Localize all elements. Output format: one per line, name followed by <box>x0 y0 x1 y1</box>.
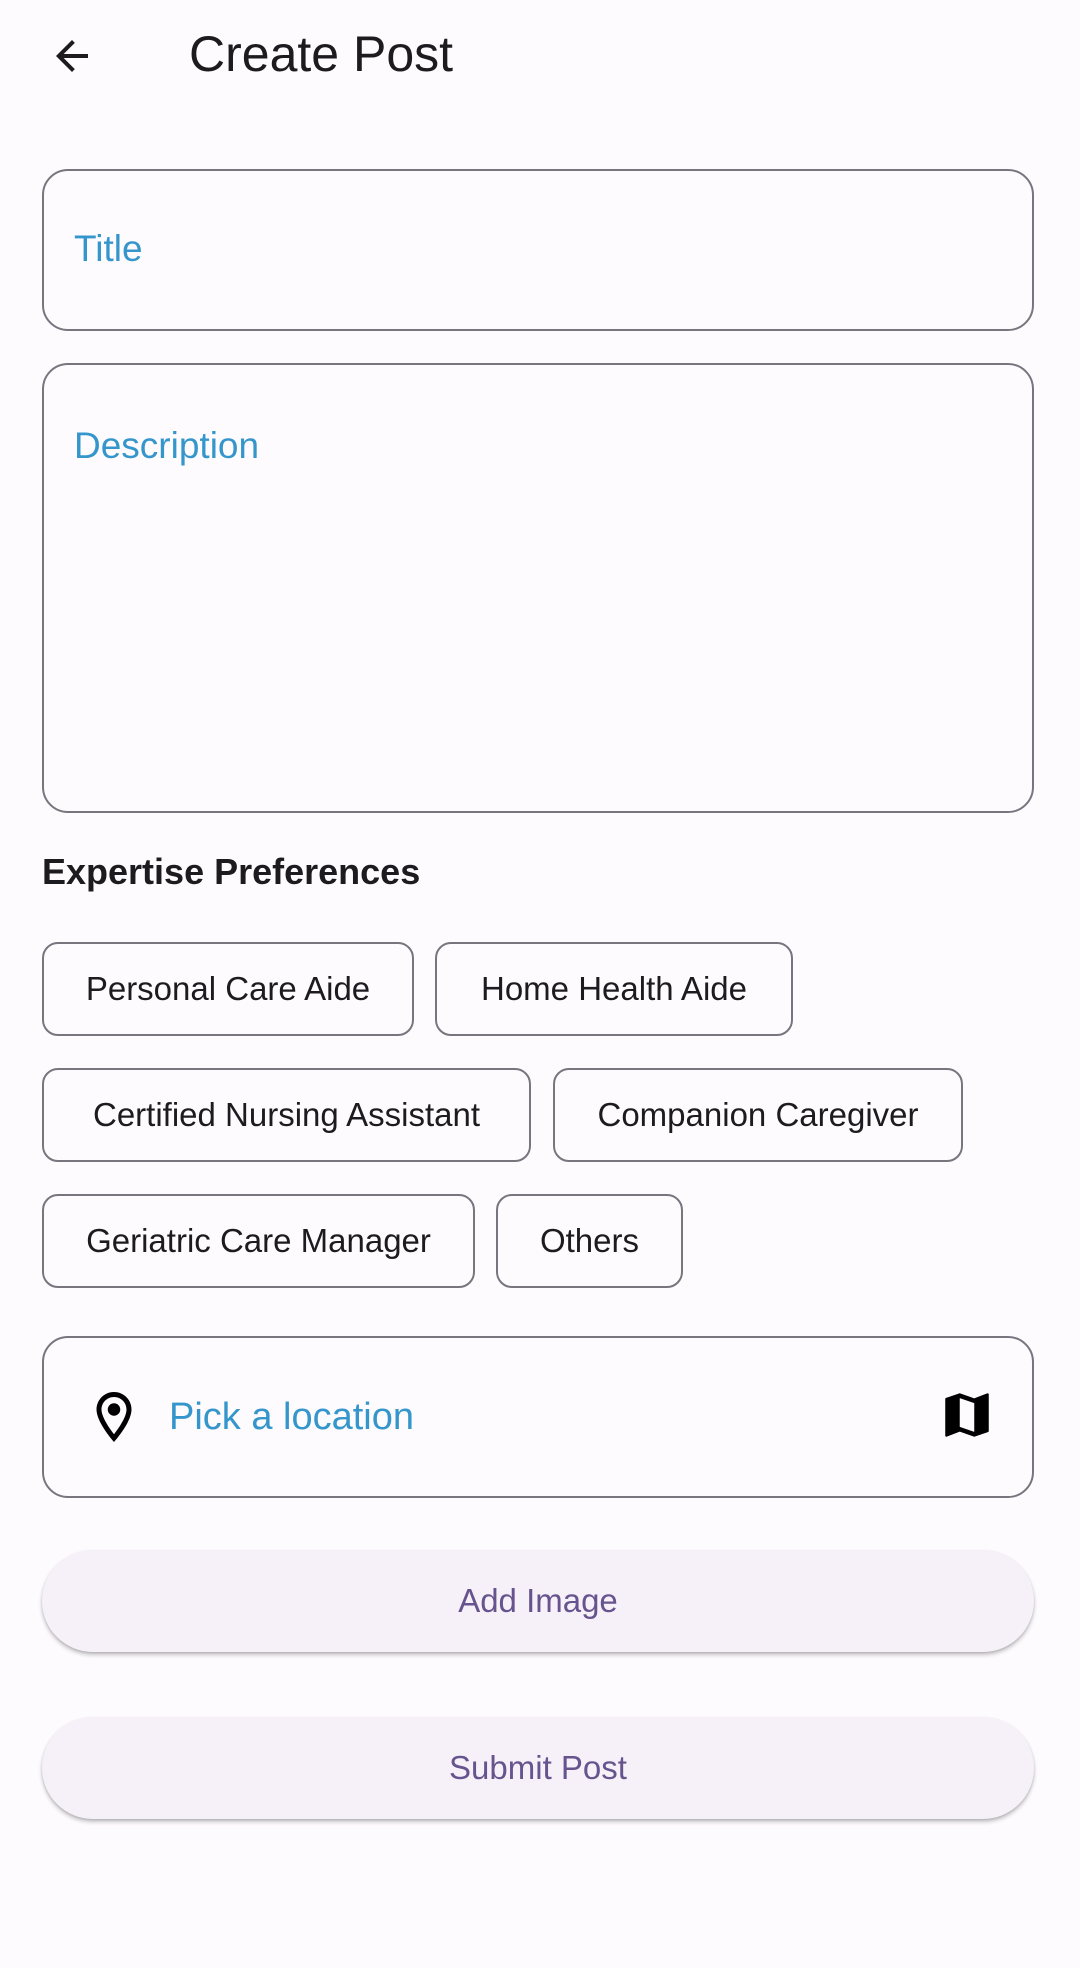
location-label: Pick a location <box>169 1396 415 1438</box>
add-image-button[interactable]: Add Image <box>42 1550 1034 1652</box>
chip-home-health-aide[interactable]: Home Health Aide <box>435 942 793 1036</box>
chip-personal-care-aide[interactable]: Personal Care Aide <box>42 942 414 1036</box>
submit-post-button[interactable]: Submit Post <box>42 1717 1034 1819</box>
chip-geriatric-care-manager[interactable]: Geriatric Care Manager <box>42 1194 475 1288</box>
app-bar: Create Post <box>0 0 1080 110</box>
map-icon[interactable] <box>938 1386 996 1444</box>
chip-companion-caregiver[interactable]: Companion Caregiver <box>553 1068 963 1162</box>
title-input[interactable] <box>74 224 1002 274</box>
arrow-back-icon <box>56 40 88 72</box>
description-input[interactable] <box>74 425 1002 485</box>
expertise-heading: Expertise Preferences <box>42 851 421 892</box>
page-title: Create Post <box>189 26 454 82</box>
back-button[interactable] <box>30 14 114 98</box>
description-field[interactable] <box>42 363 1034 813</box>
location-pin-icon <box>96 1392 132 1442</box>
chip-others[interactable]: Others <box>496 1194 683 1288</box>
title-field[interactable] <box>42 169 1034 331</box>
chip-certified-nursing-assistant[interactable]: Certified Nursing Assistant <box>42 1068 531 1162</box>
location-picker[interactable]: Pick a location <box>42 1336 1034 1498</box>
